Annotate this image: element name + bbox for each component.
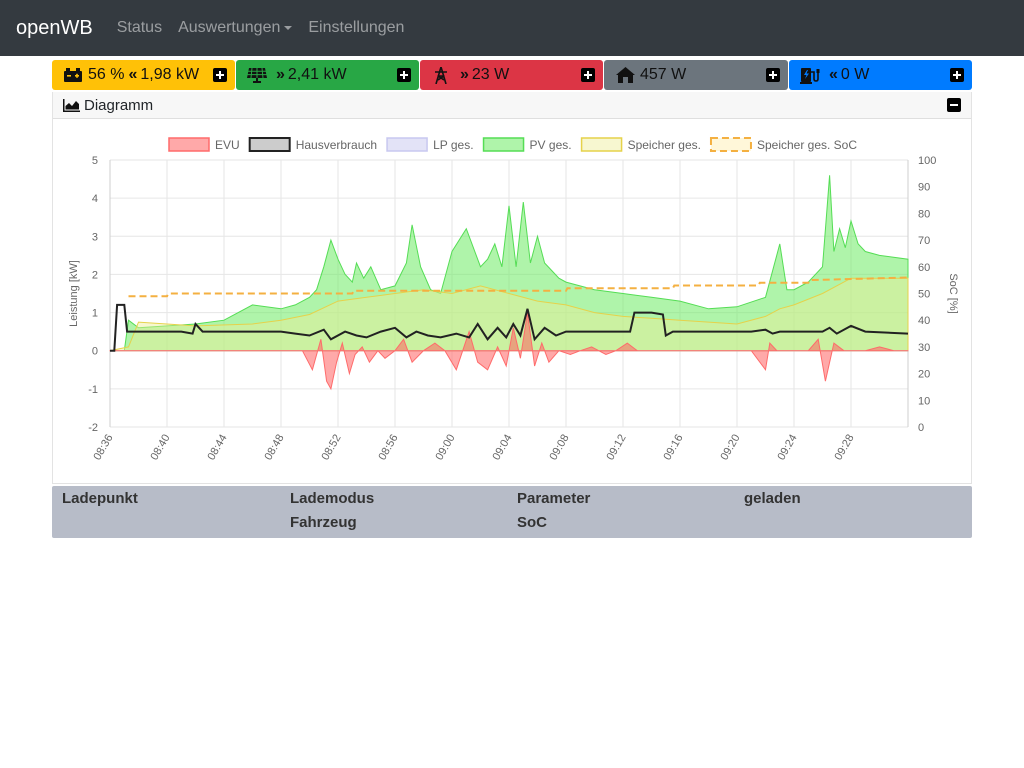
header-ladepunkt: Ladepunkt: [62, 490, 138, 507]
y-right-tick-label: 30: [918, 342, 930, 354]
brand-logo[interactable]: openWB: [16, 17, 93, 40]
legend-label-evu: EVU: [215, 138, 240, 152]
legend-swatch-hausverbrauch: [248, 137, 291, 152]
x-tick-label: 08:40: [148, 433, 172, 463]
expand-charging-button[interactable]: [950, 68, 964, 82]
expand-grid-button[interactable]: [581, 68, 595, 82]
y-left-tick-label: 4: [92, 193, 98, 205]
y-right-tick-label: 90: [918, 182, 930, 194]
legend-label-pv: PV ges.: [530, 138, 572, 152]
nav-status[interactable]: Status: [117, 19, 162, 37]
charging-arrow: «: [829, 66, 838, 83]
pv-arrow: »: [276, 66, 285, 83]
battery-power: 1,98 kW: [140, 66, 200, 83]
ladepunkt-table-header: Ladepunkt Lademodus Fahrzeug Parameter S…: [52, 486, 972, 538]
grid-power: 23 W: [471, 66, 510, 83]
tile-charging: « 0 W: [789, 60, 972, 90]
legend-swatch-evu: [168, 137, 210, 152]
y-right-axis-title: SoC [%]: [947, 273, 959, 313]
legend-swatch-soc: [709, 137, 752, 152]
tile-pv: » 2,41 kW: [236, 60, 419, 90]
y-right-tick-label: 100: [918, 155, 936, 167]
y-left-tick-label: 3: [92, 231, 98, 243]
x-tick-label: 09:00: [433, 433, 457, 463]
x-tick-label: 08:36: [91, 433, 115, 463]
x-tick-label: 08:44: [205, 433, 229, 463]
nav-auswertungen[interactable]: Auswertungen: [178, 19, 293, 37]
y-right-tick-label: 60: [918, 262, 930, 274]
charging-power: 0 W: [840, 66, 870, 83]
x-tick-label: 09:12: [604, 433, 628, 463]
legend-label-hausverbrauch: Hausverbrauch: [296, 138, 377, 152]
y-left-tick-label: -2: [88, 422, 98, 434]
solar-panel-icon: [246, 67, 268, 83]
expand-battery-button[interactable]: [213, 68, 227, 82]
grid-arrow: »: [460, 66, 469, 83]
battery-soc: 56 %: [88, 66, 125, 83]
legend-label-lp: LP ges.: [433, 138, 473, 152]
y-right-tick-label: 70: [918, 235, 930, 247]
expand-house-button[interactable]: [766, 68, 780, 82]
y-left-axis-title: Leistung [kW]: [68, 260, 80, 327]
legend-label-soc: Speicher ges. SoC: [757, 138, 857, 152]
y-right-tick-label: 50: [918, 289, 930, 301]
power-chart: 543210-1-2100908070605040302010008:36 08:…: [68, 137, 959, 463]
tile-battery: 56 % « 1,98 kW: [52, 60, 235, 90]
y-left-tick-label: -1: [88, 384, 98, 396]
y-left-tick-label: 1: [92, 308, 98, 320]
x-tick-label: 09:08: [547, 433, 571, 463]
charging-station-icon: [799, 67, 821, 84]
x-tick-label: 08:56: [376, 433, 400, 463]
header-lademodus: Lademodus: [290, 490, 375, 507]
battery-discharge-arrow: «: [128, 66, 137, 83]
pv-power: 2,41 kW: [287, 66, 347, 83]
tile-grid: » 23 W: [420, 60, 603, 90]
x-tick-label: 09:28: [832, 433, 856, 463]
y-right-tick-label: 10: [918, 395, 930, 407]
y-right-tick-label: 20: [918, 369, 930, 381]
tile-house: 457 W: [604, 60, 788, 90]
home-icon: [614, 67, 636, 83]
x-tick-label: 09:20: [718, 433, 742, 463]
power-tower-icon: [430, 66, 452, 84]
x-tick-label: 08:48: [262, 433, 286, 463]
dropdown-caret-icon: [284, 26, 293, 30]
header-parameter: Parameter: [517, 490, 591, 507]
x-tick-label: 09:04: [490, 433, 514, 463]
nav-einstellungen[interactable]: Einstellungen: [308, 19, 404, 37]
y-left-tick-label: 5: [92, 155, 98, 167]
y-right-tick-label: 40: [918, 315, 930, 327]
nav-auswertungen-label: Auswertungen: [178, 19, 281, 36]
legend-swatch-lp: [386, 137, 428, 152]
legend-swatch-pv: [482, 137, 525, 152]
legend-swatch-speicher: [580, 137, 623, 152]
car-battery-icon: [62, 67, 84, 83]
house-power: 457 W: [640, 66, 687, 83]
status-tiles: 56 % « 1,98 kW » 2,41 kW » 23 W 457 W «: [52, 60, 972, 90]
x-tick-label: 08:52: [319, 433, 343, 463]
y-right-tick-label: 0: [918, 422, 924, 434]
x-tick-label: 09:24: [775, 433, 799, 463]
header-fahrzeug: Fahrzeug: [290, 514, 357, 531]
y-left-tick-label: 2: [92, 269, 98, 281]
x-tick-label: 09:16: [661, 433, 685, 463]
legend-label-speicher: Speicher ges.: [628, 138, 701, 152]
navbar: openWB Status Auswertungen Einstellungen: [0, 0, 1024, 56]
diagram-card: Diagramm 5 4 3 2 1 0 -1 -2 100 90 80 70 60 50 40 30 20 10…: [52, 92, 972, 484]
header-soc: SoC: [517, 514, 547, 531]
y-right-tick-label: 80: [918, 208, 930, 220]
header-geladen: geladen: [744, 490, 801, 507]
y-left-tick-label: 0: [92, 346, 98, 358]
expand-pv-button[interactable]: [397, 68, 411, 82]
